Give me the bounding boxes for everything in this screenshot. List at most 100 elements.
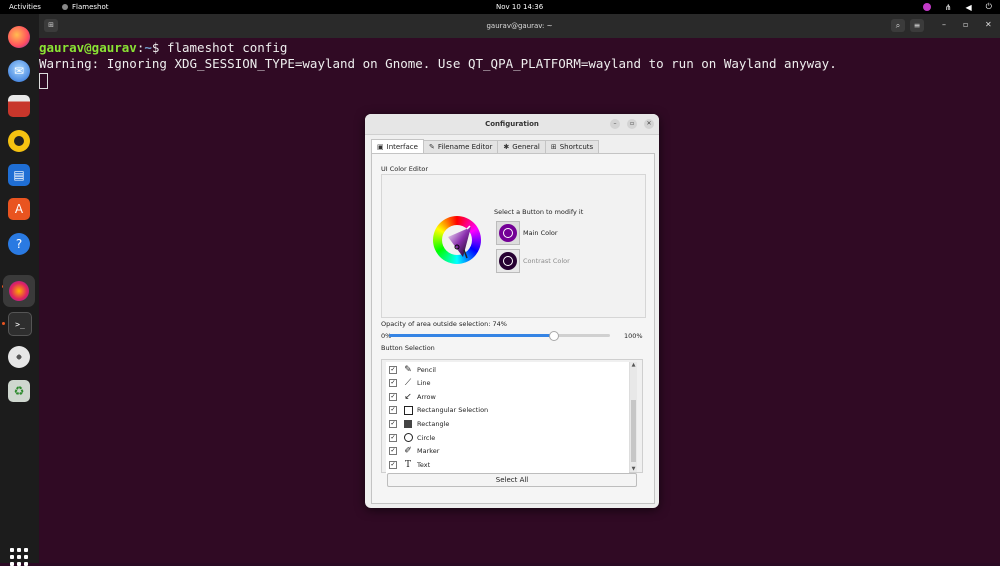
flameshot-icon[interactable] xyxy=(3,275,35,307)
list-item-label: Rectangle xyxy=(417,419,450,428)
list-item-rectangular-selection[interactable]: ✓ Rectangular Selection xyxy=(386,404,629,417)
list-item-label: Arrow xyxy=(417,392,436,401)
tab-filename-editor[interactable]: ✎ Filename Editor xyxy=(422,140,499,153)
files-icon[interactable] xyxy=(8,95,30,117)
flameshot-tray-icon[interactable] xyxy=(922,3,931,11)
list-item-pencil[interactable]: ✓ ✎ Pencil xyxy=(386,363,629,376)
pencil-icon: ✎ xyxy=(404,364,412,375)
checkbox[interactable]: ✓ xyxy=(389,406,397,415)
activities-button[interactable]: Activities xyxy=(9,3,41,11)
terminal-icon[interactable]: >_ xyxy=(8,312,32,336)
dialog-minimize-button[interactable]: – xyxy=(610,119,620,129)
opacity-slider-handle[interactable] xyxy=(548,331,559,341)
list-item-line[interactable]: ✓ ⟋ Line xyxy=(386,377,629,390)
volume-icon: ◀ xyxy=(965,2,972,12)
tab-interface[interactable]: ▣ Interface xyxy=(371,139,424,153)
color-triangle[interactable] xyxy=(433,216,481,264)
interface-panel: UI Color Editor Select a Button to modif… xyxy=(371,153,655,504)
rhythmbox-icon[interactable] xyxy=(8,130,30,152)
rectangle-filled-icon xyxy=(402,419,414,428)
arrow-icon: ↙ xyxy=(404,391,412,402)
power-icon: ⏻ xyxy=(985,2,992,11)
text-cursor xyxy=(39,72,48,89)
firefox-icon[interactable] xyxy=(8,26,30,48)
ring-icon xyxy=(503,228,513,238)
monitor-icon: ▣ xyxy=(377,142,384,151)
terminal-menu-button[interactable]: ≡ xyxy=(910,19,924,32)
list-item-label: Line xyxy=(417,379,431,388)
list-item-circle[interactable]: ✓ Circle xyxy=(386,431,629,444)
checkbox[interactable]: ✓ xyxy=(389,419,397,428)
checkbox[interactable]: ✓ xyxy=(389,447,397,456)
tab-shortcuts[interactable]: ⊞ Shortcuts xyxy=(544,140,600,153)
list-item-marker[interactable]: ✓ ✐ Marker xyxy=(386,445,629,458)
ring-icon xyxy=(503,256,513,266)
rectangle-outline-icon xyxy=(402,405,414,415)
main-color-button[interactable] xyxy=(496,221,520,245)
wrench-icon: ✱ xyxy=(503,143,510,151)
list-item-text[interactable]: ✓ T Text xyxy=(386,458,629,471)
list-scrollbar[interactable]: ▲ ▼ xyxy=(629,362,637,472)
list-item-arrow[interactable]: ✓ ↙ Arrow xyxy=(386,390,629,403)
tab-label: General xyxy=(512,143,540,151)
ui-color-editor-label: UI Color Editor xyxy=(381,165,429,173)
grid-icon: ⊞ xyxy=(550,143,557,151)
minimize-button[interactable]: – xyxy=(942,20,946,29)
checkbox[interactable]: ✓ xyxy=(389,433,397,442)
trash-icon[interactable]: ♻ xyxy=(8,380,30,402)
dialog-header: Configuration – ▫ ✕ xyxy=(365,114,659,135)
contrast-color-button[interactable] xyxy=(496,249,520,273)
checkbox[interactable]: ✓ xyxy=(389,392,397,401)
help-icon[interactable]: ? xyxy=(8,233,30,255)
app-center-icon[interactable]: A xyxy=(8,198,30,220)
scrollbar-thumb[interactable] xyxy=(631,400,636,462)
tab-label: Shortcuts xyxy=(559,143,594,151)
opacity-slider[interactable] xyxy=(389,331,610,341)
text-icon: T xyxy=(404,459,411,470)
prompt-path: ~ xyxy=(144,40,152,55)
libreoffice-writer-icon[interactable]: ▤ xyxy=(8,164,30,186)
app-name: Flameshot xyxy=(72,3,109,11)
clock[interactable]: Nov 10 14:36 xyxy=(496,3,543,11)
close-button[interactable]: ✕ xyxy=(985,20,992,29)
list-item-label: Circle xyxy=(417,433,436,442)
contrast-color-label: Contrast Color xyxy=(523,257,570,265)
line-icon: ⟋ xyxy=(404,378,412,389)
checkbox[interactable]: ✓ xyxy=(389,460,397,469)
list-item-label: Text xyxy=(417,460,431,469)
list-item-label: Rectangular Selection xyxy=(417,406,489,415)
scroll-up-icon[interactable]: ▲ xyxy=(630,362,637,368)
terminal-search-button[interactable]: ⌕ xyxy=(891,19,905,32)
list-item-label: Marker xyxy=(417,447,440,456)
command-text: $ flameshot config xyxy=(151,40,288,55)
terminal-output[interactable]: gaurav@gaurav:~$ flameshot config Warnin… xyxy=(39,40,837,89)
thunderbird-icon[interactable]: ✉ xyxy=(8,60,30,82)
opacity-label: Opacity of area outside selection: 74% xyxy=(381,320,507,328)
checkbox[interactable]: ✓ xyxy=(389,379,397,388)
list-item-rectangle[interactable]: ✓ Rectangle xyxy=(386,417,629,430)
running-indicator-terminal xyxy=(2,322,5,325)
dialog-maximize-button[interactable]: ▫ xyxy=(627,119,637,129)
button-selection-label: Button Selection xyxy=(381,344,435,352)
show-apps-button[interactable] xyxy=(10,548,28,566)
select-button-hint: Select a Button to modify it xyxy=(494,208,584,216)
opacity-max-label: 100% xyxy=(624,332,643,340)
color-wheel[interactable] xyxy=(433,216,481,264)
network-icon: ⋔ xyxy=(944,2,952,12)
top-bar: Activities Flameshot Nov 10 14:36 ⋔ ◀ ⏻ xyxy=(0,0,1000,14)
warning-text: Warning: Ignoring XDG_SESSION_TYPE=wayla… xyxy=(39,56,837,71)
checkbox[interactable]: ✓ xyxy=(389,365,397,374)
tab-general[interactable]: ✱ General xyxy=(497,140,546,153)
scroll-down-icon[interactable]: ▼ xyxy=(630,466,637,472)
select-all-button[interactable]: Select All xyxy=(387,473,637,487)
disc-icon[interactable] xyxy=(8,346,30,368)
app-menu[interactable]: Flameshot xyxy=(62,3,109,11)
main-color-swatch xyxy=(499,224,517,242)
maximize-button[interactable]: ▫ xyxy=(963,20,968,29)
system-tray[interactable]: ⋔ ◀ ⏻ xyxy=(922,2,992,12)
dialog-close-button[interactable]: ✕ xyxy=(644,119,654,129)
terminal-title: gaurav@gaurav: ~ xyxy=(486,22,553,30)
dock: ✉ ▤ A ? >_ ♻ xyxy=(0,14,39,566)
list-item-label: Pencil xyxy=(417,365,436,374)
button-selection-list[interactable]: ✓ ✎ Pencil ✓ ⟋ Line ✓ ↙ Arrow ✓ Rectangu… xyxy=(386,362,629,474)
